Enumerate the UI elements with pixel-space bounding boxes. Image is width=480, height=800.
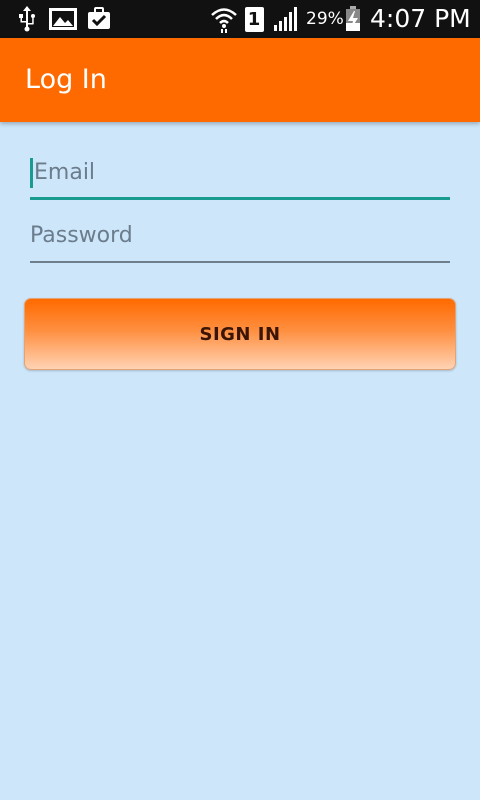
text-cursor [30,158,33,188]
status-time: 4:07 PM [370,4,471,33]
signal-icon [272,0,300,38]
password-input[interactable] [30,215,450,255]
clipboard-check-icon [86,0,112,38]
battery-percent: 29% [306,9,344,29]
password-field-container [30,215,450,263]
app-bar: Log In [0,38,480,122]
email-underline [30,197,450,200]
status-bar: 1 29% 4:07 PM [0,0,480,38]
usb-icon [14,0,40,38]
sign-in-button-label: SIGN IN [199,323,281,345]
sign-in-button[interactable]: SIGN IN [24,298,456,370]
sim-1-icon: 1 [243,0,265,38]
page-title: Log In [25,64,107,95]
email-field-container [30,152,450,200]
image-icon [48,0,78,38]
battery-charging-icon [344,0,362,38]
sim-label: 1 [247,8,261,30]
email-input[interactable] [30,152,450,192]
wifi-icon [209,0,239,38]
password-underline [30,261,450,263]
